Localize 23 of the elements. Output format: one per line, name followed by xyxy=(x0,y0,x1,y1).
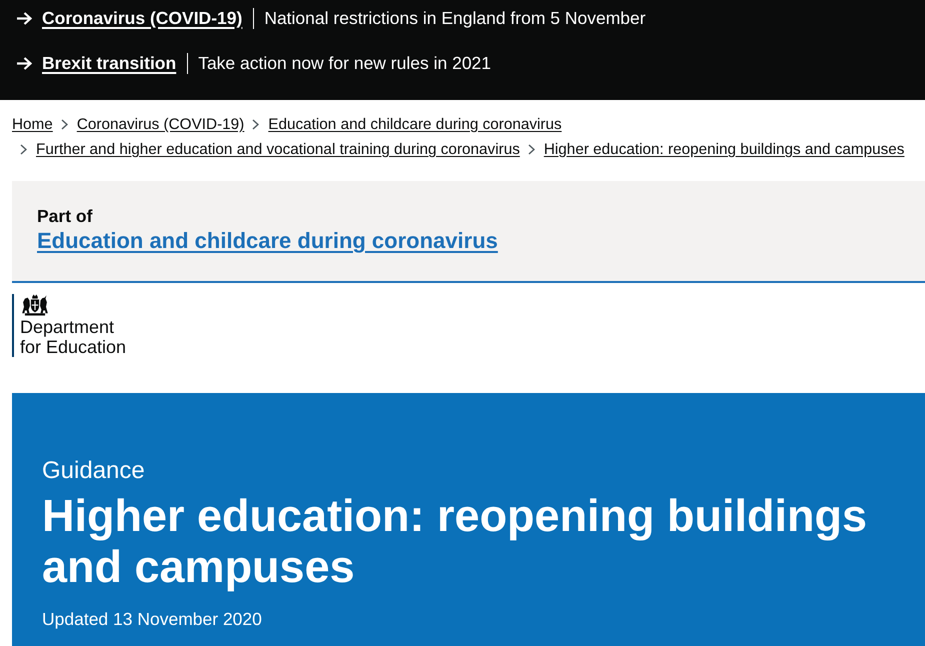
notification-link[interactable]: Coronavirus (COVID-19) xyxy=(42,8,242,28)
coat-of-arms-icon xyxy=(20,294,50,316)
page-title: Higher education: reopening buildings and campuses xyxy=(42,490,868,592)
chevron-icon xyxy=(60,119,68,130)
notification-text: National restrictions in England from 5 November xyxy=(264,8,646,28)
notification-text: Take action now for new rules in 2021 xyxy=(198,52,492,74)
document-type: Guidance xyxy=(42,456,145,486)
arrow-icon xyxy=(16,12,32,24)
part-of-label: Part of xyxy=(37,205,92,227)
breadcrumb-link[interactable]: Home xyxy=(12,112,53,137)
organisation-logo[interactable]: Department for Education xyxy=(12,294,132,357)
part-of-link[interactable]: Education and childcare during coronavirus xyxy=(37,227,498,255)
updated-date: Updated 13 November 2020 xyxy=(42,608,262,630)
notification-link[interactable]: Brexit transition xyxy=(42,52,176,74)
breadcrumb-link[interactable]: Higher education: reopening buildings and campuses xyxy=(544,137,904,162)
chevron-icon xyxy=(528,144,535,155)
chevron-icon xyxy=(252,119,260,130)
organisation-name: Department for Education xyxy=(20,317,128,357)
chevron-icon xyxy=(20,144,27,155)
arrow-icon xyxy=(16,56,32,70)
breadcrumb-link[interactable]: Coronavirus (COVID-19) xyxy=(76,112,244,137)
breadcrumb-link[interactable]: Further and higher education and vocational training during coronavirus xyxy=(36,137,520,162)
breadcrumb-link[interactable]: Education and childcare during coronavirus xyxy=(268,112,562,137)
